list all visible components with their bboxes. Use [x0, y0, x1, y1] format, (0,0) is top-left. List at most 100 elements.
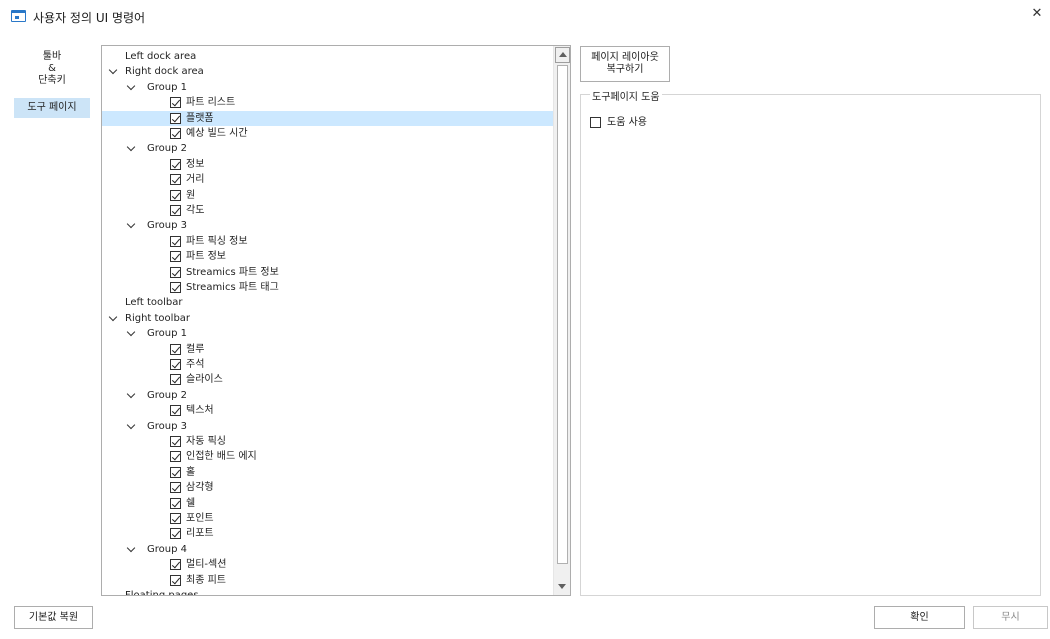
- checkbox[interactable]: [170, 482, 181, 494]
- checkbox[interactable]: [170, 266, 181, 278]
- restore-defaults-button[interactable]: 기본값 복원: [14, 606, 93, 629]
- scroll-down-arrow-icon[interactable]: [555, 578, 570, 594]
- tree-item[interactable]: 컬루: [102, 342, 553, 357]
- tree-node[interactable]: Floating pages: [102, 588, 553, 595]
- chevron-down-icon[interactable]: [126, 141, 136, 156]
- tree-node[interactable]: Group 1: [102, 80, 553, 95]
- tree-item[interactable]: 멀티-섹션: [102, 557, 553, 572]
- close-button[interactable]: ✕: [1024, 0, 1050, 30]
- tree-item[interactable]: 홀: [102, 465, 553, 480]
- checkbox[interactable]: [170, 235, 181, 247]
- tree-item[interactable]: 텍스처: [102, 403, 553, 418]
- cancel-button[interactable]: 무시: [973, 606, 1048, 629]
- tree-item[interactable]: 정보: [102, 157, 553, 172]
- checkbox[interactable]: [170, 497, 181, 509]
- tree-item[interactable]: 삼각형: [102, 480, 553, 495]
- tree-item[interactable]: 원: [102, 188, 553, 203]
- checkbox[interactable]: [170, 513, 181, 524]
- tree-node[interactable]: Group 3: [102, 419, 553, 434]
- checkbox[interactable]: [170, 174, 181, 186]
- tree-node[interactable]: Group 3: [102, 218, 553, 233]
- command-tree[interactable]: Left dock area Right dock area Group 1 파트 리…: [101, 45, 571, 596]
- tree-item[interactable]: 거리: [102, 172, 553, 187]
- nav-item-tool-page[interactable]: 도구 페이지: [14, 98, 90, 118]
- nav-item-line: 단축키: [38, 75, 66, 86]
- checkbox[interactable]: [170, 466, 181, 478]
- use-help-label: 도움 사용: [607, 117, 647, 128]
- checkbox[interactable]: [170, 343, 181, 355]
- checkbox[interactable]: [170, 128, 181, 139]
- tree-item[interactable]: 최종 피트: [102, 573, 553, 588]
- tree-item[interactable]: 리포트: [102, 526, 553, 541]
- checkbox[interactable]: [170, 112, 181, 124]
- tree-node[interactable]: Right dock area: [102, 64, 553, 79]
- window-title: 사용자 정의 UI 명령어: [33, 11, 146, 25]
- checkbox[interactable]: [170, 374, 181, 386]
- nav-item-toolbar-shortcuts[interactable]: 툴바 & 단축키: [14, 45, 90, 95]
- tree-item-label: Group 4: [147, 543, 187, 555]
- ok-button[interactable]: 확인: [874, 606, 965, 629]
- checkbox[interactable]: [170, 451, 181, 463]
- scroll-up-arrow-icon[interactable]: [555, 47, 570, 63]
- tree-item[interactable]: 쉘: [102, 496, 553, 511]
- checkbox[interactable]: [170, 282, 181, 293]
- tree-item-label: 홀: [186, 466, 196, 478]
- tree-item[interactable]: 주석: [102, 357, 553, 372]
- chevron-down-icon[interactable]: [126, 326, 136, 341]
- checkbox[interactable]: [170, 158, 181, 170]
- tree-item-label: 플랫폼: [186, 112, 214, 124]
- scrollbar-thumb[interactable]: [557, 65, 568, 564]
- tree-node[interactable]: Group 4: [102, 542, 553, 557]
- checkbox[interactable]: [170, 251, 181, 263]
- tree-item[interactable]: 자동 픽싱: [102, 434, 553, 449]
- tree-item[interactable]: 슬라이스: [102, 372, 553, 387]
- tree-item[interactable]: 파트 정보: [102, 249, 553, 264]
- restore-page-layout-button[interactable]: 페이지 레이아웃 복구하기: [580, 46, 670, 82]
- checkbox[interactable]: [170, 436, 181, 447]
- tree-item[interactable]: Streamics 파트 정보: [102, 265, 553, 280]
- tree-item-label: Group 2: [147, 389, 187, 401]
- tree-item[interactable]: 인접한 배드 에지: [102, 449, 553, 464]
- tree-item-label: 슬라이스: [186, 374, 223, 386]
- tree-node[interactable]: Right toolbar: [102, 311, 553, 326]
- restore-layout-line: 페이지 레이아웃: [591, 52, 659, 63]
- tree-item[interactable]: 포인트: [102, 511, 553, 526]
- tree-item[interactable]: 각도: [102, 203, 553, 218]
- tree-item[interactable]: 예상 빌드 시간: [102, 126, 553, 141]
- tree-node[interactable]: Group 2: [102, 141, 553, 156]
- chevron-down-icon[interactable]: [126, 80, 136, 95]
- tree-node[interactable]: Group 2: [102, 388, 553, 403]
- checkbox[interactable]: [170, 559, 181, 571]
- checkbox[interactable]: [170, 574, 181, 586]
- chevron-down-icon[interactable]: [126, 419, 136, 434]
- tree-item-label: Group 2: [147, 143, 187, 155]
- tree-item[interactable]: 파트 리스트: [102, 95, 553, 110]
- chevron-down-icon[interactable]: [126, 388, 136, 403]
- checkbox[interactable]: [170, 97, 181, 109]
- checkbox-box[interactable]: [590, 117, 601, 128]
- checkbox[interactable]: [170, 405, 181, 417]
- chevron-down-icon[interactable]: [126, 542, 136, 557]
- tree-scrollbar[interactable]: [553, 46, 570, 595]
- tree-item-label: Group 3: [147, 220, 187, 232]
- tree-item-label: 포인트: [186, 513, 214, 524]
- tree-item[interactable]: Streamics 파트 태그: [102, 280, 553, 295]
- chevron-down-icon[interactable]: [126, 218, 136, 233]
- chevron-down-icon[interactable]: [108, 64, 118, 79]
- restore-layout-line: 복구하기: [606, 64, 644, 75]
- tree-item-label: 컬루: [186, 343, 205, 355]
- tree-item[interactable]: 플랫폼: [102, 110, 553, 126]
- checkbox[interactable]: [170, 189, 181, 201]
- tree-item-label: Left toolbar: [125, 297, 183, 309]
- checkbox[interactable]: [170, 205, 181, 216]
- checkbox[interactable]: [170, 528, 181, 540]
- tree-item-label: 텍스처: [186, 405, 214, 417]
- tree-node[interactable]: Group 1: [102, 326, 553, 341]
- tree-node[interactable]: Left dock area: [102, 49, 553, 64]
- chevron-down-icon[interactable]: [108, 311, 118, 326]
- tree-node[interactable]: Left toolbar: [102, 295, 553, 310]
- tree-item-label: 거리: [186, 174, 205, 186]
- tree-item[interactable]: 파트 픽싱 정보: [102, 234, 553, 249]
- checkbox[interactable]: [170, 359, 181, 370]
- nav-item-line: &: [48, 63, 56, 74]
